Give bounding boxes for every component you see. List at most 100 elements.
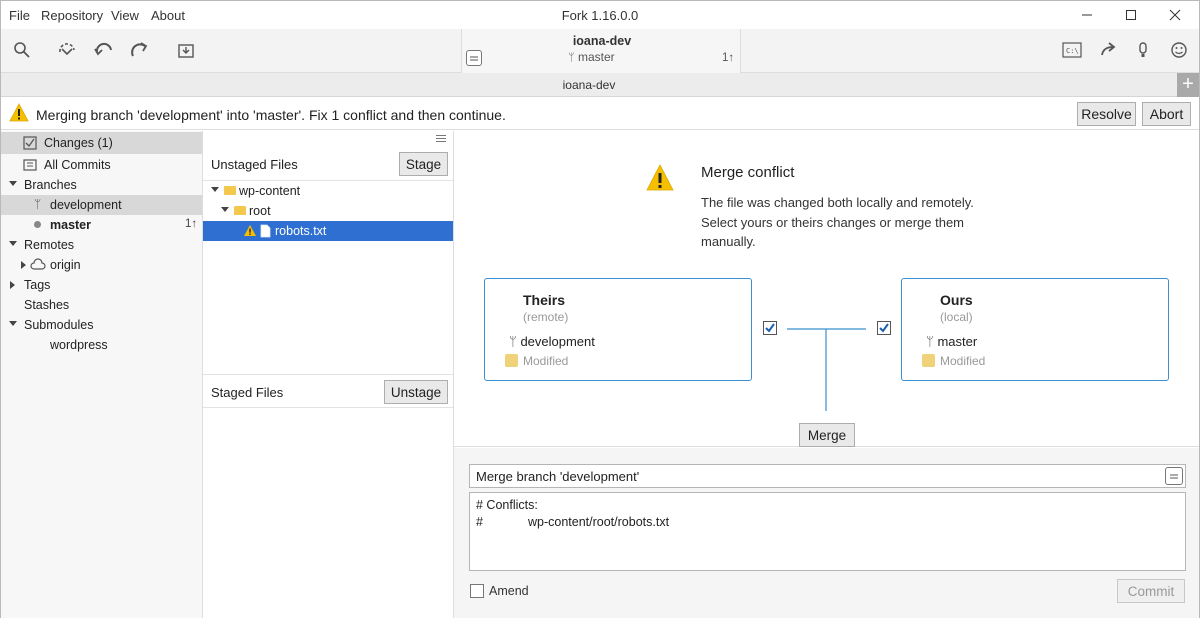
commits-icon — [23, 159, 37, 171]
branch-icon: ᛘ — [509, 334, 517, 349]
sidebar-item-branch-development[interactable]: ᛘ development — [1, 195, 202, 215]
sidebar-section-tags[interactable]: Tags — [1, 275, 202, 295]
tree-folder-root[interactable]: root — [203, 201, 453, 221]
sidebar-item-remote-origin[interactable]: origin — [1, 255, 202, 275]
sidebar-item-label: All Commits — [44, 158, 111, 172]
merge-button[interactable]: Merge — [799, 423, 855, 447]
terminal-icon[interactable]: C:\ — [1061, 39, 1083, 61]
chevron-right-icon — [21, 261, 26, 269]
maximize-icon — [1126, 10, 1136, 20]
add-tab-button[interactable]: + — [1177, 73, 1199, 97]
sidebar-section-branches[interactable]: Branches — [1, 175, 202, 195]
checkmark-icon — [879, 323, 889, 333]
theirs-checkbox[interactable] — [763, 321, 777, 335]
sidebar-item-changes[interactable]: Changes (1) — [1, 132, 202, 154]
branch-icon: ᛘ — [568, 52, 575, 64]
amend-checkbox[interactable] — [470, 584, 484, 598]
sidebar-section-label: Tags — [24, 278, 51, 292]
ours-status: Modified — [922, 354, 985, 368]
branch-icon: ᛘ — [926, 334, 934, 349]
chevron-down-icon — [9, 241, 17, 246]
sidebar-section-label: Branches — [24, 178, 77, 192]
tree-label: root — [249, 204, 271, 218]
folder-icon — [234, 206, 246, 215]
title-bar: File Repository View About Fork 1.16.0.0 — [1, 1, 1199, 29]
commit-message-icon[interactable] — [466, 50, 482, 66]
ours-branch-label: master — [937, 334, 978, 349]
commit-subject-input[interactable]: Merge branch 'development' — [469, 464, 1186, 488]
commit-button[interactable]: Commit — [1117, 579, 1185, 603]
minimize-button[interactable] — [1065, 1, 1109, 29]
tree-folder-wp-content[interactable]: wp-content — [203, 181, 453, 201]
sidebar-item-label: Changes (1) — [44, 136, 113, 150]
sidebar-section-stashes[interactable]: Stashes — [1, 295, 202, 315]
minimize-icon — [1082, 14, 1092, 16]
sidebar-section-remotes[interactable]: Remotes — [1, 235, 202, 255]
commit-body-line: # — [476, 515, 483, 529]
ahead-badge: 1↑ — [185, 218, 198, 230]
svg-text:C:\: C:\ — [1066, 47, 1079, 55]
unstaged-title: Unstaged Files — [211, 157, 298, 172]
commit-body-line: # Conflicts: — [476, 498, 538, 512]
branch-icon: ᛘ — [34, 197, 42, 211]
file-icon — [260, 224, 271, 238]
ours-checkbox[interactable] — [877, 321, 891, 335]
share-icon[interactable] — [1097, 39, 1119, 61]
push-icon[interactable] — [129, 39, 151, 61]
submodule-label: wordpress — [50, 338, 108, 352]
merge-connector — [787, 328, 866, 411]
commit-description-input[interactable]: # Conflicts: # wp-content/root/robots.tx… — [469, 492, 1186, 571]
ours-card[interactable]: Ours (local) ᛘ master Modified — [901, 278, 1169, 381]
ours-status-label: Modified — [940, 354, 986, 368]
sidebar-item-all-commits[interactable]: All Commits — [1, 154, 202, 175]
stage-button[interactable]: Stage — [399, 152, 448, 176]
theirs-status: Modified — [505, 354, 568, 368]
staged-header: Staged Files Unstage — [203, 374, 453, 408]
tree-label: wp-content — [239, 184, 301, 198]
commit-subject-text: Merge branch 'development' — [476, 469, 640, 484]
sidebar-section-label: Remotes — [24, 238, 75, 252]
current-branch-dot-icon — [34, 221, 41, 228]
pull-icon[interactable] — [93, 39, 115, 61]
sidebar-section-submodules[interactable]: Submodules — [1, 315, 202, 335]
repository-name: ioana-dev — [572, 34, 632, 48]
theirs-card[interactable]: Theirs (remote) ᛘ development Modified — [484, 278, 752, 381]
sidebar-item-branch-master[interactable]: master 1↑ — [1, 215, 202, 235]
tab-repository[interactable]: ioana-dev — [1, 78, 1177, 92]
maximize-button[interactable] — [1109, 1, 1153, 29]
fetch-icon[interactable] — [56, 39, 78, 61]
commit-template-icon[interactable] — [1165, 467, 1183, 485]
smiley-icon[interactable] — [1168, 39, 1190, 61]
search-icon[interactable] — [11, 39, 33, 61]
theirs-branch: ᛘ development — [509, 334, 595, 349]
merge-banner: Merging branch 'development' into 'maste… — [1, 98, 1199, 130]
ours-branch: ᛘ master — [926, 334, 977, 349]
branch-label: master — [50, 218, 91, 232]
chevron-down-icon — [221, 207, 229, 212]
abort-button[interactable]: Abort — [1142, 102, 1191, 126]
tree-label: robots.txt — [275, 224, 327, 238]
tree-file-robots-txt[interactable]: robots.txt — [203, 221, 453, 241]
theirs-subtitle: (remote) — [523, 310, 569, 324]
branch-label: development — [50, 198, 122, 212]
ours-title: Ours — [940, 292, 973, 308]
chevron-down-icon — [9, 321, 17, 326]
chevron-down-icon — [211, 187, 219, 192]
warning-icon — [646, 164, 674, 191]
ours-subtitle: (local) — [940, 310, 973, 324]
remote-label: origin — [50, 258, 81, 272]
merge-conflict-area: Merge conflict The file was changed both… — [454, 131, 1199, 447]
commit-body-path: wp-content/root/robots.txt — [528, 515, 670, 529]
lfs-icon[interactable] — [1132, 39, 1154, 61]
merge-conflict-title: Merge conflict — [701, 164, 795, 181]
modified-icon — [922, 354, 935, 367]
sidebar-item-submodule-wordpress[interactable]: wordpress — [1, 335, 202, 355]
resolve-button[interactable]: Resolve — [1077, 102, 1136, 126]
repository-selector[interactable]: ioana-dev ᛘ master 1↑ — [461, 29, 741, 73]
stash-icon[interactable] — [175, 39, 197, 61]
files-panel: Unstaged Files Stage wp-content root rob… — [203, 131, 454, 618]
close-button[interactable] — [1153, 1, 1197, 29]
unstage-button[interactable]: Unstage — [384, 380, 448, 404]
menu-lines-icon[interactable] — [435, 134, 447, 143]
sidebar-section-label: Submodules — [24, 318, 94, 332]
